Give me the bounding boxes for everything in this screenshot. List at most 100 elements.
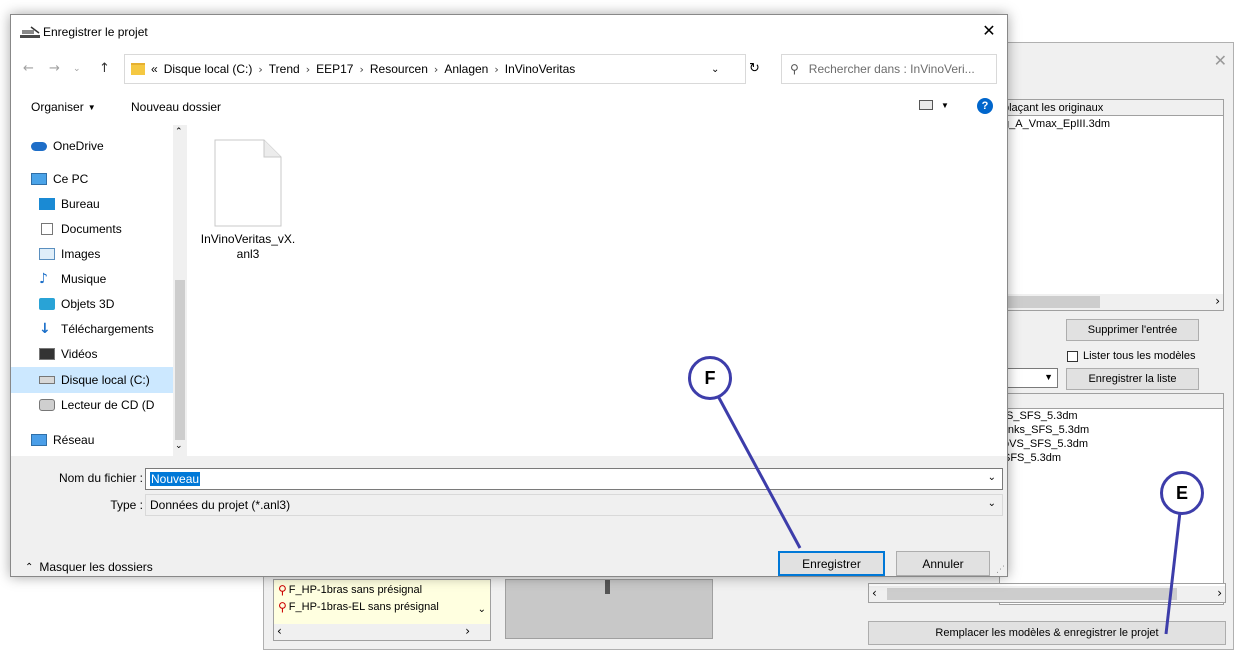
list-item[interactable]: oVS_SFS_5.3dm <box>1000 437 1223 451</box>
callout-e: E <box>1160 471 1204 515</box>
cloud-icon <box>31 141 47 151</box>
chevron-right-icon[interactable]: › <box>494 63 498 76</box>
horizontal-scrollbar[interactable]: ‹ › <box>869 586 1225 602</box>
help-icon[interactable]: ? <box>977 98 993 114</box>
breadcrumb-item[interactable]: Anlagen <box>444 62 488 76</box>
chevron-right-icon[interactable]: › <box>434 63 438 76</box>
hide-folders-toggle[interactable]: ⌃ Masquer les dossiers <box>25 560 153 574</box>
resize-grip-icon[interactable]: ⋰ <box>996 565 1005 575</box>
breadcrumb[interactable]: « Disque local (C:) › Trend › EEP17 › Re… <box>124 54 746 84</box>
breadcrumb-overflow[interactable]: « <box>151 62 158 76</box>
back-arrow-icon[interactable]: ← <box>23 61 34 76</box>
close-icon[interactable]: ✕ <box>979 21 999 40</box>
list-all-models-label: Lister tous les modèles <box>1083 350 1196 362</box>
list-item[interactable]: /S_SFS_5.3dm <box>1000 409 1223 423</box>
models-list-3[interactable]: ‹ › <box>868 583 1226 603</box>
chevron-up-icon: ⌃ <box>25 561 34 573</box>
type-select[interactable]: Données du projet (*.anl3) ⌄ <box>145 494 1003 516</box>
scroll-thumb[interactable] <box>887 588 1177 600</box>
new-folder-button[interactable]: Nouveau dossier <box>131 100 221 114</box>
filename-input[interactable]: Nouveau ⌄ <box>145 468 1003 490</box>
file-item[interactable]: InVinoVeritas_vX. anl3 <box>188 125 308 295</box>
file-list[interactable]: InVinoVeritas_vX. anl3 <box>188 125 1007 456</box>
scroll-thumb[interactable] <box>175 280 185 440</box>
scroll-thumb[interactable] <box>1000 296 1100 308</box>
network-icon <box>31 434 47 446</box>
nav-item-local-disk[interactable]: Disque local (C:) <box>11 367 173 393</box>
computer-icon <box>31 173 47 185</box>
list-header: plaçant les originaux <box>1000 100 1223 116</box>
list-header <box>1000 394 1223 409</box>
save-list-button[interactable]: Enregistrer la liste <box>1066 368 1199 390</box>
refresh-icon[interactable]: ↻ <box>749 61 760 76</box>
chevron-left-icon[interactable]: ‹ <box>872 586 877 600</box>
title-bar[interactable]: Enregistrer le projet ✕ <box>11 15 1007 49</box>
signal-icon: ⚲ <box>278 600 287 614</box>
list-item[interactable]: ⚲ F_HP-1bras sans présignal <box>278 583 422 597</box>
view-icon <box>919 100 933 110</box>
view-options-button[interactable]: ▼ <box>919 100 949 110</box>
recent-locations-icon[interactable]: ⌄ <box>73 64 81 74</box>
forward-arrow-icon[interactable]: → <box>49 61 60 76</box>
signal-list[interactable]: ⚲ F_HP-1bras sans présignal ⚲ F_HP-1bras… <box>273 579 491 641</box>
chevron-down-icon[interactable]: ⌄ <box>175 441 183 451</box>
nav-item-cd-drive[interactable]: Lecteur de CD (D <box>11 393 173 417</box>
list-item[interactable]: SFS_5.3dm <box>1000 451 1223 465</box>
list-item[interactable]: ⚲ F_HP-1bras-EL sans présignal <box>278 600 439 614</box>
drive-icon <box>39 376 55 384</box>
checkbox-icon[interactable] <box>1067 350 1078 362</box>
up-arrow-icon[interactable]: ↑ <box>99 61 110 76</box>
nav-item-images[interactable]: Images <box>11 242 173 266</box>
chevron-right-icon[interactable]: › <box>1215 294 1220 308</box>
preview-mast <box>605 580 610 594</box>
chevron-right-icon[interactable]: › <box>258 63 262 76</box>
callout-f: F <box>688 356 732 400</box>
list-item[interactable]: links_SFS_5.3dm <box>1000 423 1223 437</box>
breadcrumb-item[interactable]: Resourcen <box>370 62 428 76</box>
nav-item-videos[interactable]: Vidéos <box>11 342 173 366</box>
chevron-down-icon: ▼ <box>941 100 949 110</box>
list-all-models-checkbox[interactable]: Lister tous les modèles <box>1067 350 1196 362</box>
nav-item-this-pc[interactable]: Ce PC <box>11 167 173 191</box>
breadcrumb-item[interactable]: InVinoVeritas <box>505 62 576 76</box>
chevron-right-icon[interactable]: › <box>1217 586 1222 600</box>
chevron-up-icon[interactable]: ⌃ <box>175 127 183 137</box>
objects3d-icon <box>39 298 55 310</box>
search-input[interactable]: ⚲ Rechercher dans : InVinoVeri... <box>781 54 997 84</box>
images-icon <box>39 248 55 260</box>
navigation-pane[interactable]: OneDrive Ce PC Bureau Documents Images ♪… <box>11 125 187 456</box>
chevron-down-icon[interactable]: ⌄ <box>478 604 486 615</box>
breadcrumb-item[interactable]: EEP17 <box>316 62 353 76</box>
breadcrumb-item[interactable]: Disque local (C:) <box>164 62 253 76</box>
filename-value[interactable]: Nouveau <box>150 472 201 486</box>
chevron-down-icon: ▼ <box>87 102 96 112</box>
breadcrumb-item[interactable]: Trend <box>269 62 300 76</box>
nav-item-3d-objects[interactable]: Objets 3D <box>11 292 173 316</box>
delete-entry-button[interactable]: Supprimer l'entrée <box>1066 319 1199 341</box>
list-item[interactable]: g_A_Vmax_EpIII.3dm <box>1000 116 1223 132</box>
chevron-down-icon[interactable]: ▼ <box>1044 372 1053 382</box>
chevron-left-icon[interactable]: ‹ <box>277 624 282 638</box>
horizontal-scrollbar[interactable]: ‹ › <box>274 624 490 640</box>
close-icon[interactable]: ✕ <box>1214 51 1227 70</box>
original-models-list[interactable]: plaçant les originaux g_A_Vmax_EpIII.3dm… <box>999 99 1224 311</box>
organize-button[interactable]: Organiser ▼ <box>31 100 96 114</box>
nav-item-desktop[interactable]: Bureau <box>11 192 173 216</box>
nav-item-onedrive[interactable]: OneDrive <box>11 134 173 158</box>
chevron-down-icon[interactable]: ⌄ <box>988 498 996 509</box>
chevron-right-icon[interactable]: › <box>465 624 470 638</box>
replace-and-save-button[interactable]: Remplacer les modèles & enregistrer le p… <box>868 621 1226 645</box>
chevron-right-icon[interactable]: › <box>359 63 363 76</box>
chevron-right-icon[interactable]: › <box>306 63 310 76</box>
nav-item-documents[interactable]: Documents <box>11 217 173 241</box>
breadcrumb-dropdown-icon[interactable]: ⌄ <box>711 64 719 75</box>
nav-item-downloads[interactable]: ↓ Téléchargements <box>11 317 173 341</box>
save-fields: Nom du fichier : Nouveau ⌄ Type : Donnée… <box>11 456 1007 576</box>
horizontal-scrollbar[interactable]: › <box>1000 294 1223 310</box>
nav-item-network[interactable]: Réseau <box>11 428 173 452</box>
chevron-down-icon[interactable]: ⌄ <box>988 472 996 483</box>
nav-item-music[interactable]: ♪ Musique <box>11 267 173 291</box>
cancel-button[interactable]: Annuler <box>896 551 990 576</box>
navigation-scrollbar[interactable]: ⌃ ⌄ <box>173 125 187 456</box>
save-button[interactable]: Enregistrer <box>778 551 885 576</box>
